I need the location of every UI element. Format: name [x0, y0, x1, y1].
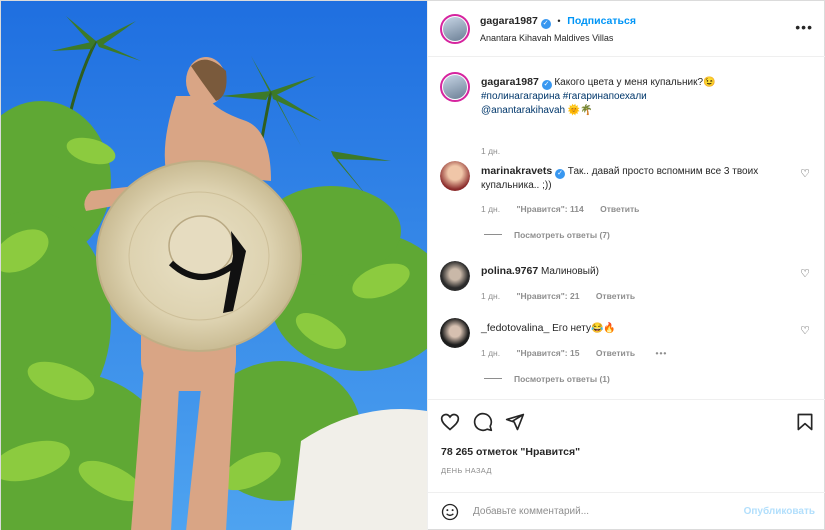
comment-text: marinakravets ✓ Так.. давай просто вспом…	[481, 164, 781, 193]
comment-reply-button[interactable]: Ответить	[600, 204, 639, 214]
likes-count[interactable]: 78 265 отметок "Нравится"	[441, 446, 580, 458]
comment-like-heart-icon[interactable]: ♡	[800, 324, 810, 337]
comment-reply-button[interactable]: Ответить	[596, 348, 635, 358]
post-side-panel: gagara1987 ✓ • Подписаться Anantara Kiha…	[427, 1, 825, 530]
add-comment-bar: Добавьте комментарий... Опубликовать	[428, 492, 825, 530]
comment-username[interactable]: _fedotovalina_	[481, 322, 549, 334]
beach-photo-illustration	[1, 1, 427, 530]
caption-username[interactable]: gagara1987	[481, 76, 539, 88]
replies-divider-line	[484, 378, 502, 379]
verified-badge-icon: ✓	[540, 19, 551, 29]
comment-username[interactable]: marinakravets	[481, 165, 552, 177]
author-username[interactable]: gagara1987	[480, 15, 538, 27]
post-header: gagara1987 ✓ • Подписаться Anantara Kiha…	[428, 1, 825, 57]
commenter-avatar[interactable]	[440, 161, 470, 191]
comment-message: Малиновый)	[540, 266, 599, 277]
save-bookmark-icon[interactable]	[795, 412, 815, 432]
caption: gagara1987 ✓ Какого цвета у меня купальн…	[440, 72, 810, 156]
comment-like-heart-icon[interactable]: ♡	[800, 167, 810, 180]
comment-time: 1 дн.	[481, 204, 501, 214]
post-photo[interactable]	[1, 1, 427, 530]
author-avatar[interactable]	[440, 14, 470, 44]
like-heart-icon[interactable]	[440, 412, 460, 432]
comments-list: gagara1987 ✓ Какого цвета у меня купальн…	[428, 58, 825, 398]
comment-username[interactable]: polina.9767	[481, 265, 538, 277]
separator-dot: •	[557, 16, 561, 26]
comment-item: polina.9767 Малиновый) ♡ 1 дн. "Нравится…	[440, 261, 810, 301]
comment-meta: 1 дн. "Нравится": 15 Ответить •••	[481, 348, 681, 358]
view-replies-link[interactable]: Посмотреть ответы (1)	[484, 374, 610, 384]
replies-divider-line	[484, 234, 502, 235]
commenter-avatar[interactable]	[440, 318, 470, 348]
view-replies-link[interactable]: Посмотреть ответы (7)	[484, 230, 610, 240]
post-date: ДЕНЬ НАЗАД	[441, 466, 492, 475]
caption-text: gagara1987 ✓ Какого цвета у меня купальн…	[481, 75, 801, 118]
caption-hashtags[interactable]: #полинагагарина #гагаринапоехали	[481, 91, 647, 102]
caption-time: 1 дн.	[481, 146, 501, 156]
comment-time: 1 дн.	[481, 348, 501, 358]
post-actions: 78 265 отметок "Нравится" ДЕНЬ НАЗАД Доб…	[428, 399, 825, 530]
comment-likes[interactable]: "Нравится": 15	[516, 348, 579, 358]
share-icon[interactable]	[505, 412, 525, 432]
caption-author-avatar[interactable]	[440, 72, 470, 102]
publish-button[interactable]: Опубликовать	[744, 506, 815, 517]
view-replies-label[interactable]: Посмотреть ответы (7)	[514, 230, 610, 240]
add-comment-input[interactable]: Добавьте комментарий...	[473, 506, 589, 517]
comment-reply-button[interactable]: Ответить	[596, 291, 635, 301]
comment-options-icon[interactable]: •••	[655, 348, 667, 358]
comment-meta: 1 дн. "Нравится": 21 Ответить	[481, 291, 649, 301]
comment-like-heart-icon[interactable]: ♡	[800, 267, 810, 280]
caption-message: Какого цвета у меня купальник?😉	[554, 77, 716, 88]
comment-icon[interactable]	[473, 412, 493, 432]
comment-text: polina.9767 Малиновый)	[481, 264, 801, 279]
caption-mention[interactable]: @anantarakihavah	[481, 105, 565, 116]
post-location[interactable]: Anantara Kihavah Maldives Villas	[480, 33, 613, 43]
comment-text: _fedotovalina_ Его нету😂🔥	[481, 321, 801, 336]
comment-likes[interactable]: "Нравится": 114	[516, 204, 583, 214]
post-dialog: gagara1987 ✓ • Подписаться Anantara Kiha…	[0, 0, 825, 530]
author-line: gagara1987 ✓ • Подписаться	[480, 15, 636, 29]
comment-likes[interactable]: "Нравится": 21	[516, 291, 579, 301]
emoji-picker-icon[interactable]	[441, 503, 459, 521]
commenter-avatar[interactable]	[440, 261, 470, 291]
comment-item: marinakravets ✓ Так.. давай просто вспом…	[440, 161, 810, 221]
verified-badge-icon: ✓	[555, 169, 565, 179]
caption-emoji: 🌞🌴	[567, 105, 593, 116]
follow-button[interactable]: Подписаться	[567, 15, 636, 27]
comment-message: Его нету😂🔥	[552, 323, 616, 334]
comment-time: 1 дн.	[481, 291, 501, 301]
comment-meta: 1 дн. "Нравится": 114 Ответить	[481, 204, 653, 214]
view-replies-label[interactable]: Посмотреть ответы (1)	[514, 374, 610, 384]
comment-item: _fedotovalina_ Его нету😂🔥 ♡ 1 дн. "Нрави…	[440, 318, 810, 358]
more-options-icon[interactable]: •••	[795, 19, 813, 35]
verified-badge-icon: ✓	[541, 80, 552, 90]
